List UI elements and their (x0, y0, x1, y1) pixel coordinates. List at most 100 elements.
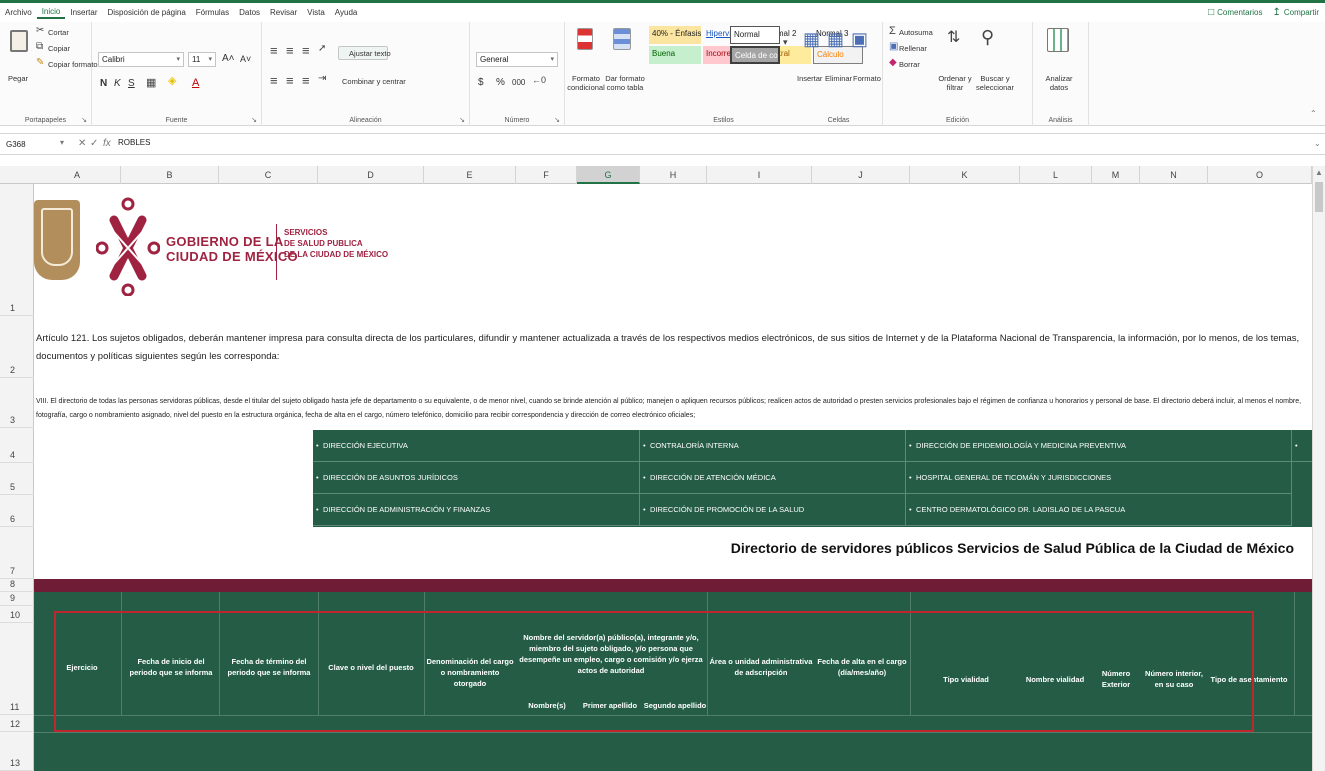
sort-filter-button[interactable]: Ordenar y filtrar (935, 74, 975, 92)
wrap-text-button[interactable]: Ajustar texto (338, 46, 391, 60)
fill-button[interactable]: Rellenar (899, 44, 927, 53)
paste-icon[interactable] (10, 30, 28, 52)
column-header-g[interactable]: G (577, 166, 640, 184)
fraccion-text[interactable]: VIII. El directorio de todas las persona… (36, 395, 1306, 423)
indent-icon[interactable]: ⇥ (318, 74, 326, 84)
sort-filter-icon[interactable]: ⇅ (947, 30, 960, 46)
header-area[interactable]: Área o unidad administrativa de adscripc… (709, 656, 813, 678)
conditional-format-icon[interactable] (577, 28, 593, 50)
insert-button[interactable]: Insertar (797, 74, 822, 83)
font-shrink-icon[interactable]: A˅ (240, 54, 251, 64)
scroll-thumb[interactable] (1315, 182, 1323, 212)
expand-icon[interactable]: ↘ (459, 116, 465, 124)
row-header-4[interactable]: 4 (0, 428, 34, 463)
column-header-e[interactable]: E (424, 166, 516, 184)
clear-icon[interactable]: ◆ (889, 58, 897, 68)
align-center-icon[interactable]: ≡ (286, 74, 294, 87)
cancel-icon[interactable]: ✕ (78, 138, 86, 149)
menu-archivo[interactable]: Archivo (0, 8, 37, 17)
orientation-icon[interactable]: ➚ (318, 44, 326, 54)
header-clave[interactable]: Clave o nivel del puesto (320, 662, 422, 673)
direccion-cell[interactable]: HOSPITAL GENERAL DE TICOMÁN Y JURISDICCI… (906, 462, 1292, 494)
expand-icon[interactable]: ↘ (81, 116, 87, 124)
row-header-7[interactable]: 7 (0, 527, 34, 579)
paste-button[interactable]: Pegar (8, 74, 28, 83)
name-box-dropdown-icon[interactable]: ▾ (60, 139, 64, 147)
align-bottom-icon[interactable]: ≡ (302, 44, 310, 57)
style-buena[interactable]: Buena (649, 46, 701, 64)
row-header-2[interactable]: 2 (0, 316, 34, 378)
header-segundo-apellido[interactable]: Segundo apellido (642, 700, 708, 711)
header-nombre-vialidad[interactable]: Nombre vialidad (1020, 674, 1090, 685)
bold-button[interactable]: N (100, 78, 107, 89)
header-tipo-vialidad[interactable]: Tipo vialidad (914, 674, 1018, 685)
find-select-button[interactable]: Buscar y seleccionar (973, 74, 1017, 92)
fill-color-icon[interactable]: ◈ (168, 76, 176, 87)
align-middle-icon[interactable]: ≡ (286, 44, 294, 57)
enter-icon[interactable]: ✓ (90, 138, 98, 149)
column-header-l[interactable]: L (1020, 166, 1092, 184)
header-tipo-asentamiento[interactable]: Tipo de asentamiento (1208, 674, 1290, 685)
menu-disposicion[interactable]: Disposición de página (103, 8, 191, 17)
merge-center-button[interactable]: Combinar y centrar (342, 77, 406, 86)
menu-insertar[interactable]: Insertar (65, 8, 102, 17)
decimal-increase-icon[interactable]: ←0 (532, 76, 546, 85)
scroll-up-icon[interactable]: ▲ (1315, 168, 1323, 177)
direccion-cell[interactable]: DIRECCIÓN DE ASUNTOS JURÍDICOS (313, 462, 640, 494)
expand-icon[interactable]: ↘ (554, 116, 560, 124)
expand-formula-icon[interactable]: ⌄ (1314, 140, 1321, 148)
share-button[interactable]: ↥ Compartir (1272, 7, 1319, 18)
thousands-button[interactable]: 000 (512, 78, 525, 87)
direccion-cell[interactable]: DIRECCIÓN DE ATENCIÓN MÉDICA (640, 462, 906, 494)
page-title[interactable]: Directorio de servidores públicos Servic… (634, 540, 1294, 556)
header-primer-apellido[interactable]: Primer apellido (578, 700, 642, 711)
menu-revisar[interactable]: Revisar (265, 8, 302, 17)
column-header-b[interactable]: B (121, 166, 219, 184)
autosum-icon[interactable]: Σ (889, 26, 896, 37)
cut-button[interactable]: Cortar (48, 28, 69, 37)
row-header-9[interactable]: 9 (0, 592, 34, 606)
collapse-ribbon-icon[interactable]: ⌃ (1310, 110, 1317, 118)
borders-icon[interactable]: ▦ (146, 78, 156, 89)
column-header-i[interactable]: I (707, 166, 812, 184)
direccion-cell[interactable]: DIRECCIÓN DE PROMOCIÓN DE LA SALUD (640, 494, 906, 526)
column-header-h[interactable]: H (640, 166, 707, 184)
analyze-data-button[interactable]: Analizar datos (1041, 74, 1077, 92)
format-as-table-button[interactable]: Dar formato como tabla (605, 74, 645, 92)
align-right-icon[interactable]: ≡ (302, 74, 310, 87)
column-header-m[interactable]: M (1092, 166, 1140, 184)
direccion-cell[interactable]: CENTRO DERMATOLÓGICO DR. LADISLAO DE LA … (906, 494, 1292, 526)
header-fecha-alta[interactable]: Fecha de alta en el cargo (día/mes/año) (814, 656, 910, 678)
menu-inicio[interactable]: Inicio (36, 7, 66, 19)
articulo-text[interactable]: Artículo 121. Los sujetos obligados, deb… (36, 330, 1306, 366)
row-header-8[interactable]: 8 (0, 579, 34, 592)
styles-more-icon[interactable]: ▾ (783, 38, 788, 47)
font-size-combo[interactable]: 11 ▾ (188, 52, 216, 67)
clear-button[interactable]: Borrar (899, 60, 920, 69)
row-header-5[interactable]: 5 (0, 463, 34, 495)
insert-cells-icon[interactable]: ▦ (803, 30, 820, 48)
conditional-format-button[interactable]: Formato condicional (567, 74, 605, 92)
currency-button[interactable]: $ (478, 77, 484, 88)
column-header-d[interactable]: D (318, 166, 424, 184)
header-denominacion[interactable]: Denominación del cargo o nombramiento ot… (426, 656, 514, 689)
insert-function-icon[interactable]: fx (103, 138, 111, 149)
row-header-1[interactable]: 1 (0, 184, 34, 316)
align-top-icon[interactable]: ≡ (270, 44, 278, 57)
row-header-10[interactable]: 10 (0, 606, 34, 623)
menu-vista[interactable]: Vista (302, 8, 330, 17)
find-select-icon[interactable]: ⚲ (981, 28, 994, 46)
delete-cells-icon[interactable]: ▦ (827, 30, 844, 48)
row-header-3[interactable]: 3 (0, 378, 34, 428)
worksheet[interactable]: GOBIERNO DE LA CIUDAD DE MÉXICO SERVICIO… (34, 184, 1312, 771)
header-nombres[interactable]: Nombre(s) (516, 700, 578, 711)
row-header-13[interactable]: 13 (0, 732, 34, 771)
align-left-icon[interactable]: ≡ (270, 74, 278, 87)
direccion-cell[interactable]: CONTRALORÍA INTERNA (640, 430, 906, 462)
font-color-icon[interactable]: A (192, 77, 199, 89)
column-header-k[interactable]: K (910, 166, 1020, 184)
fill-icon[interactable]: ▣ (889, 42, 898, 52)
percent-button[interactable]: % (496, 77, 505, 88)
style-celda-comprobacion[interactable]: Celda de co... (730, 46, 780, 64)
analyze-data-icon[interactable] (1047, 28, 1069, 52)
